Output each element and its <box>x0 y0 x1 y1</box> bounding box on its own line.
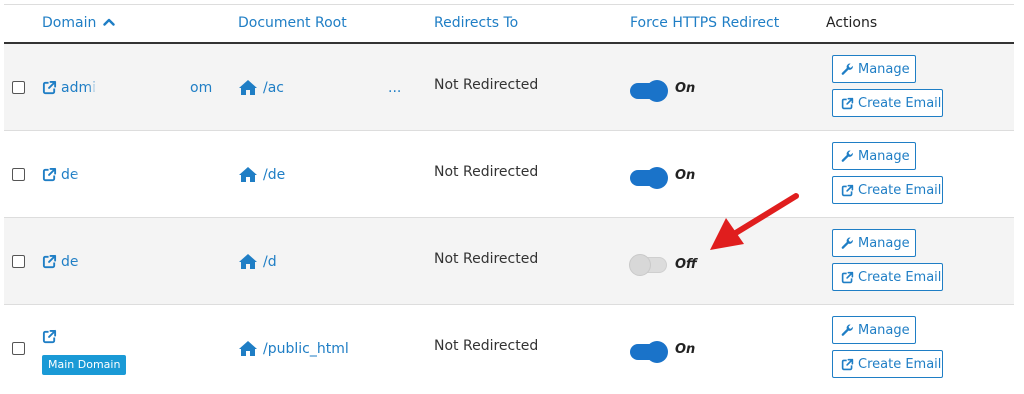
toggle-knob <box>646 341 668 363</box>
create-email-button-label: Create Email <box>858 95 942 111</box>
toggle-knob <box>629 254 651 276</box>
row-select-checkbox[interactable] <box>12 168 25 181</box>
manage-button-label: Manage <box>858 235 910 251</box>
external-link-icon <box>841 358 854 370</box>
create-email-button-label: Create Email <box>858 269 942 285</box>
create-email-button[interactable]: Create Email <box>832 350 943 378</box>
table-header: Domain Document Root Redirects To Force … <box>4 5 1014 44</box>
column-header-document-root[interactable]: Document Root <box>238 15 347 31</box>
external-link-icon[interactable] <box>42 80 57 95</box>
manage-button[interactable]: Manage <box>832 229 916 257</box>
manage-button[interactable]: Manage <box>832 55 916 83</box>
wrench-icon <box>841 324 853 336</box>
row-select-checkbox[interactable] <box>12 342 25 355</box>
create-email-button[interactable]: Create Email <box>832 176 943 204</box>
manage-button[interactable]: Manage <box>832 316 916 344</box>
document-root-link[interactable]: /de <box>263 167 285 183</box>
home-icon <box>239 167 257 182</box>
chevron-up-icon <box>103 18 115 26</box>
toggle-knob <box>646 80 668 102</box>
wrench-icon <box>841 237 853 249</box>
column-header-domain-label: Domain <box>42 15 97 31</box>
home-icon <box>239 80 257 95</box>
domain-link-tail[interactable]: om <box>190 80 212 96</box>
https-redirect-toggle[interactable] <box>630 341 668 363</box>
document-root-link[interactable]: /ac <box>263 80 284 96</box>
redaction-mask <box>84 254 202 270</box>
table-row: de /de Not Redirected On Manage Create E… <box>4 131 1014 218</box>
home-icon <box>239 341 257 356</box>
wrench-icon <box>841 150 853 162</box>
redaction-mask <box>82 167 202 183</box>
redaction-mask <box>66 329 201 345</box>
external-link-icon <box>841 184 854 196</box>
manage-button-label: Manage <box>858 148 910 164</box>
create-email-button[interactable]: Create Email <box>832 263 943 291</box>
redirect-status: Not Redirected <box>434 77 539 93</box>
https-redirect-state: On <box>675 342 696 357</box>
row-select-checkbox[interactable] <box>12 255 25 268</box>
manage-button-label: Manage <box>858 322 910 338</box>
domain-link[interactable]: de <box>61 254 79 270</box>
column-header-force-https[interactable]: Force HTTPS Redirect <box>630 15 779 31</box>
create-email-button-label: Create Email <box>858 182 942 198</box>
create-email-button[interactable]: Create Email <box>832 89 943 117</box>
column-header-actions: Actions <box>826 15 878 31</box>
https-redirect-state: Off <box>675 257 697 272</box>
document-root-link[interactable]: /d <box>263 254 277 270</box>
external-link-icon[interactable] <box>42 329 57 344</box>
column-header-redirects-to[interactable]: Redirects To <box>434 15 518 31</box>
domains-page: Domain Document Root Redirects To Force … <box>0 0 1024 394</box>
manage-button[interactable]: Manage <box>832 142 916 170</box>
toggle-knob <box>646 167 668 189</box>
redaction-mask <box>294 167 404 183</box>
column-header-domain[interactable]: Domain <box>42 15 115 31</box>
domains-table: Domain Document Root Redirects To Force … <box>4 5 1014 391</box>
domain-link[interactable]: admi <box>61 80 96 96</box>
redirect-status: Not Redirected <box>434 164 539 180</box>
wrench-icon <box>841 63 853 75</box>
redaction-mask <box>296 80 386 96</box>
table-row: de /d Not Redirected Off Manage Create E… <box>4 218 1014 305</box>
document-root-link[interactable]: /public_html <box>263 341 349 357</box>
table-row: Main Domain /public_html Not Redirected … <box>4 305 1014 391</box>
row-select-checkbox[interactable] <box>12 81 25 94</box>
manage-button-label: Manage <box>858 61 910 77</box>
document-root-link-tail[interactable]: ... <box>388 80 401 96</box>
main-domain-badge: Main Domain <box>42 355 127 375</box>
https-redirect-state: On <box>675 81 696 96</box>
https-redirect-toggle[interactable] <box>630 167 668 189</box>
external-link-icon <box>841 271 854 283</box>
redaction-mask <box>96 80 191 96</box>
redirect-status: Not Redirected <box>434 251 539 267</box>
https-redirect-toggle[interactable] <box>629 254 667 276</box>
external-link-icon[interactable] <box>42 167 57 182</box>
external-link-icon[interactable] <box>42 254 57 269</box>
redirect-status: Not Redirected <box>434 338 539 354</box>
redaction-mask <box>288 254 404 270</box>
https-redirect-toggle[interactable] <box>630 80 668 102</box>
home-icon <box>239 254 257 269</box>
external-link-icon <box>841 97 854 109</box>
create-email-button-label: Create Email <box>858 356 942 372</box>
table-row: admi om /ac ... Not Redirected On Manage <box>4 44 1014 131</box>
https-redirect-state: On <box>675 168 696 183</box>
red-arrow-icon <box>710 193 799 250</box>
domain-link[interactable]: de <box>61 167 79 183</box>
